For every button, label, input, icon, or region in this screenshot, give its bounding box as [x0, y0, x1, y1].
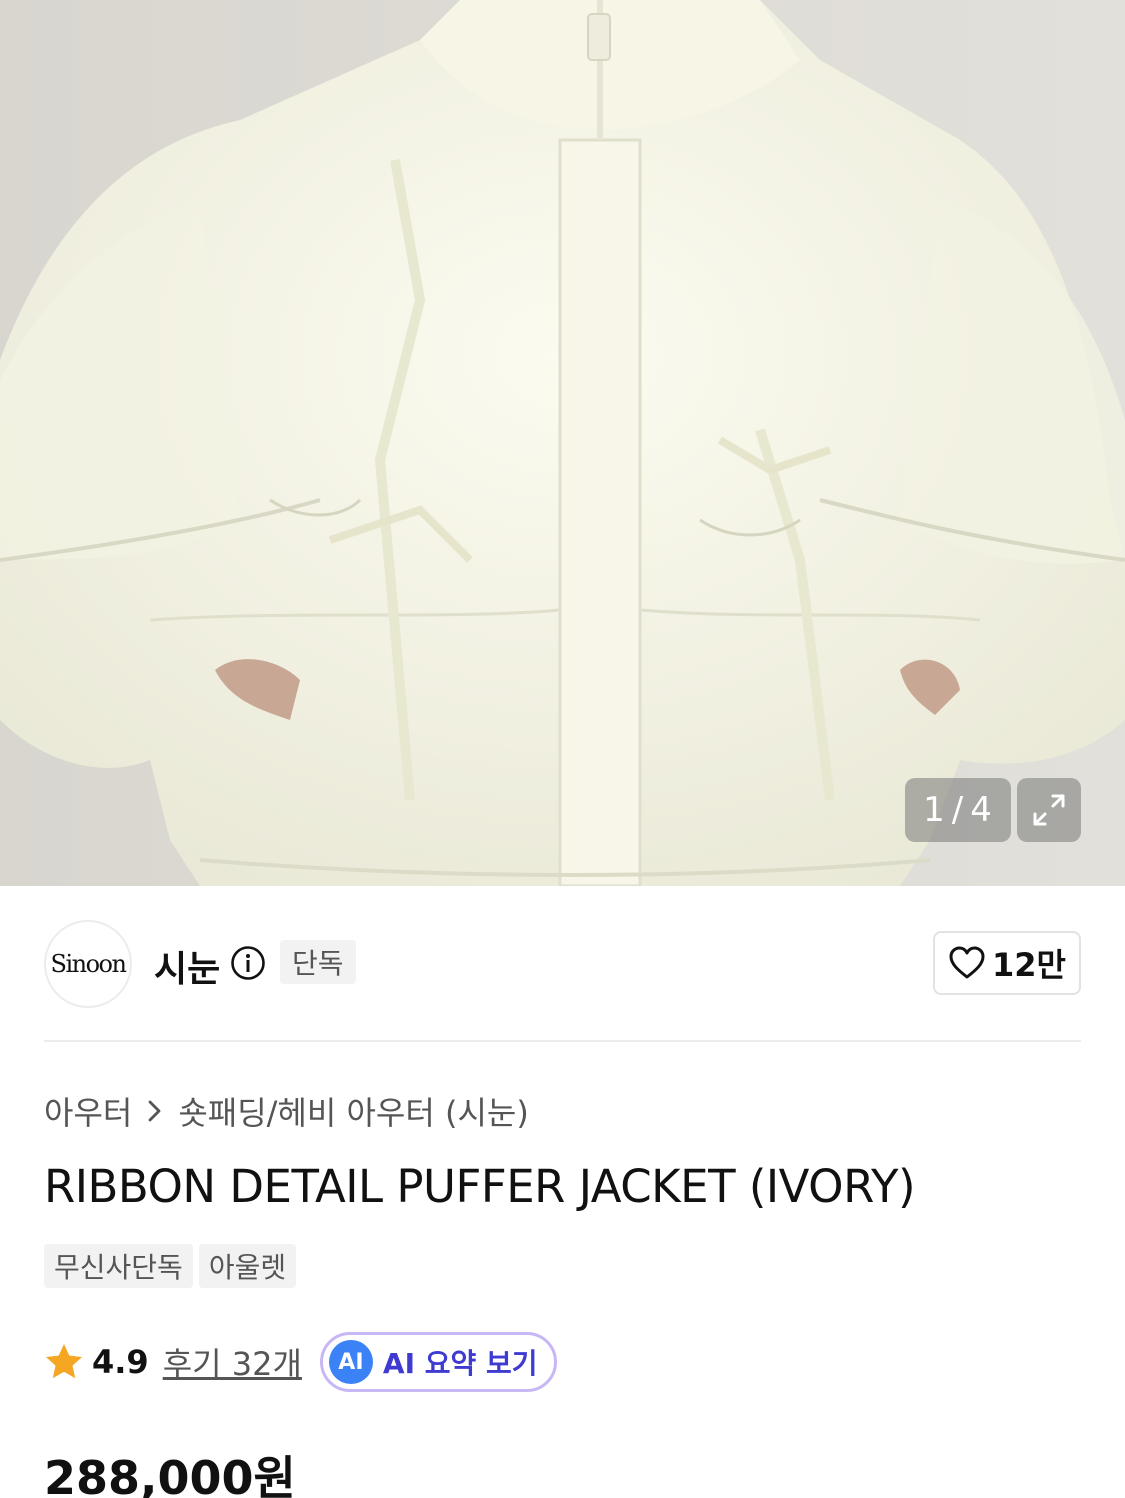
ai-summary-label: AI 요약 보기	[382, 1347, 538, 1380]
exclusive-tag: 단독	[280, 940, 356, 984]
review-count-link[interactable]: 후기 32개	[163, 1339, 302, 1385]
ai-badge-icon: AI	[328, 1340, 373, 1384]
heart-icon	[949, 946, 985, 979]
info-icon[interactable]	[230, 945, 266, 981]
product-image-gallery[interactable]: 1 / 4	[0, 0, 1125, 886]
rating-score: 4.9	[92, 1343, 149, 1381]
brand-name[interactable]: 시눈	[154, 940, 220, 992]
product-title: RIBBON DETAIL PUFFER JACKET (IVORY)	[44, 1160, 916, 1213]
breadcrumb: 아우터 숏패딩/헤비 아우터 (시눈)	[44, 1088, 529, 1134]
product-price: 288,000원	[44, 1451, 296, 1498]
brand-logo-text: Sinoon	[50, 950, 127, 978]
product-tags: 무신사단독 아울렛	[44, 1244, 297, 1288]
image-counter-separator: /	[951, 790, 965, 830]
ai-summary-button[interactable]: AI AI 요약 보기	[319, 1332, 557, 1392]
chevron-right-icon	[146, 1098, 164, 1124]
breadcrumb-item-category[interactable]: 숏패딩/헤비 아우터 (시눈)	[178, 1088, 529, 1134]
expand-image-button[interactable]	[1017, 778, 1081, 842]
like-button[interactable]: 12만	[933, 931, 1081, 995]
expand-icon	[1033, 794, 1065, 826]
rating-row: 4.9 후기 32개 AI AI 요약 보기	[44, 1332, 557, 1392]
image-counter-total: 4	[970, 790, 993, 830]
like-count: 12만	[992, 946, 1066, 984]
image-counter: 1 / 4	[905, 778, 1011, 842]
breadcrumb-item-outer[interactable]: 아우터	[44, 1088, 132, 1134]
image-counter-current: 1	[923, 790, 946, 830]
tag-outlet: 아울렛	[198, 1244, 297, 1288]
brand-row: Sinoon 시눈 단독 12만	[44, 918, 1081, 1008]
brand-logo[interactable]: Sinoon	[44, 920, 132, 1008]
tag-musinsa-exclusive: 무신사단독	[44, 1244, 193, 1288]
product-photo	[0, 0, 1125, 886]
divider	[44, 1040, 1081, 1042]
star-icon	[46, 1344, 82, 1379]
